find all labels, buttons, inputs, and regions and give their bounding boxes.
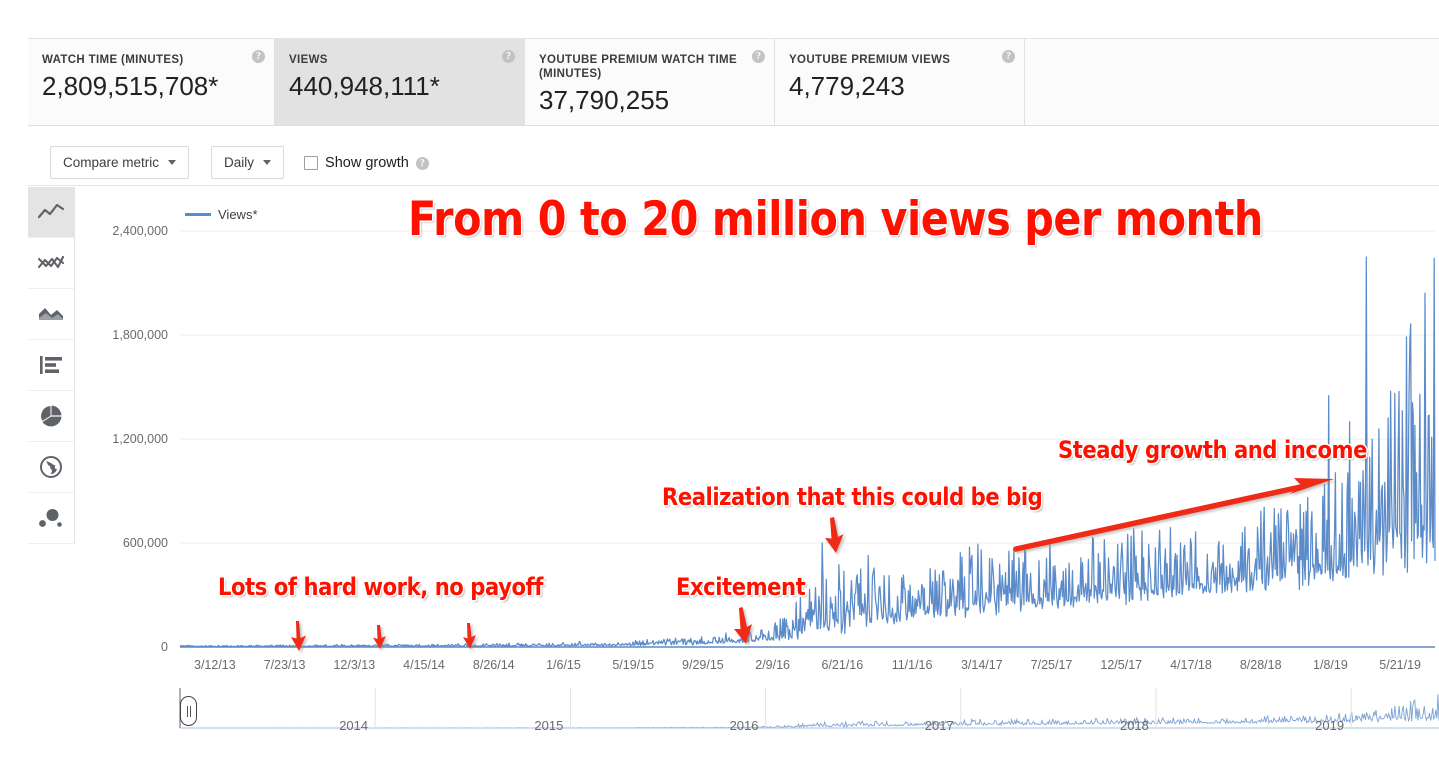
sidebar-item-multi-line-chart[interactable] (28, 238, 74, 289)
svg-text:12/5/17: 12/5/17 (1100, 658, 1142, 672)
area-chart-icon (38, 305, 64, 323)
sidebar-item-geography[interactable] (28, 442, 74, 493)
svg-text:8/26/14: 8/26/14 (473, 658, 515, 672)
sidebar-item-bar-chart[interactable] (28, 340, 74, 391)
metric-value: 4,779,243 (789, 71, 905, 101)
svg-text:2/9/16: 2/9/16 (755, 658, 790, 672)
metric-label: VIEWS (289, 54, 328, 66)
range-year-label: 2019 (1315, 718, 1345, 733)
pie-chart-icon (39, 404, 63, 428)
svg-text:6/21/16: 6/21/16 (822, 658, 864, 672)
chart-canvas: 0 600,000 1,200,000 1,800,000 2,400,000 3/12/… (112, 224, 1436, 672)
svg-text:7/25/17: 7/25/17 (1031, 658, 1073, 672)
help-icon[interactable]: ? (502, 50, 515, 63)
svg-text:1,200,000: 1,200,000 (112, 432, 168, 446)
bar-chart-icon (38, 355, 64, 375)
sidebar-item-pie-chart[interactable] (28, 391, 74, 442)
svg-text:11/1/16: 11/1/16 (892, 658, 933, 672)
svg-text:1,800,000: 1,800,000 (112, 328, 168, 342)
metric-label: YOUTUBE PREMIUM VIEWS (789, 54, 951, 66)
svg-text:2,400,000: 2,400,000 (112, 224, 168, 238)
views-chart[interactable]: 0 600,000 1,200,000 1,800,000 2,400,000 3/12/… (75, 187, 1439, 687)
sidebar-item-area-chart[interactable] (28, 289, 74, 340)
svg-text:3/12/13: 3/12/13 (194, 658, 236, 672)
svg-text:5/19/15: 5/19/15 (612, 658, 654, 672)
svg-text:0: 0 (161, 640, 168, 654)
help-icon[interactable]: ? (1002, 50, 1015, 63)
svg-text:1/8/19: 1/8/19 (1313, 658, 1348, 672)
range-year-label: 2018 (1119, 718, 1149, 733)
svg-text:8/28/18: 8/28/18 (1240, 658, 1282, 672)
metric-card-empty-slot (1025, 39, 1439, 125)
metric-cards-row: WATCH TIME (MINUTES) 2,809,515,708* ? VI… (28, 38, 1439, 126)
interval-button[interactable]: Daily (211, 146, 285, 179)
bubble-chart-icon (38, 507, 64, 529)
help-icon[interactable]: ? (752, 50, 765, 63)
chart-legend: Views* (185, 207, 258, 222)
help-icon[interactable]: ? (252, 50, 265, 63)
range-year-label: 2014 (339, 718, 369, 733)
svg-text:3/14/17: 3/14/17 (961, 658, 1003, 672)
interval-label: Daily (224, 155, 255, 170)
svg-text:4/15/14: 4/15/14 (403, 658, 445, 672)
show-growth-label: Show growth (325, 154, 409, 171)
date-range-selector[interactable]: 2014 2015 2016 2017 2018 2019 (75, 688, 1439, 750)
compare-metric-label: Compare metric (63, 155, 160, 170)
multi-line-chart-icon (38, 254, 64, 272)
svg-text:5/21/19: 5/21/19 (1379, 658, 1421, 672)
metric-card-views[interactable]: VIEWS 440,948,111* ? (275, 39, 525, 125)
metric-value: 440,948,111* (289, 71, 440, 101)
chart-toolbar: Compare metric Daily Show growth ? (28, 140, 1439, 186)
show-growth-checkbox[interactable] (304, 155, 319, 170)
metric-label: WATCH TIME (MINUTES) (42, 54, 184, 66)
compare-metric-button[interactable]: Compare metric (50, 146, 190, 179)
sidebar-item-bubble-chart[interactable] (28, 493, 74, 544)
svg-text:9/29/15: 9/29/15 (682, 658, 724, 672)
line-chart-icon (38, 203, 64, 221)
svg-text:1/6/15: 1/6/15 (546, 658, 581, 672)
metric-card-watch-time[interactable]: WATCH TIME (MINUTES) 2,809,515,708* ? (28, 39, 275, 125)
analytics-page: WATCH TIME (MINUTES) 2,809,515,708* ? VI… (0, 0, 1439, 775)
svg-text:600,000: 600,000 (123, 536, 168, 550)
metric-card-premium-views[interactable]: YOUTUBE PREMIUM VIEWS 4,779,243 ? (775, 39, 1025, 125)
svg-text:7/23/13: 7/23/13 (264, 658, 306, 672)
legend-color-swatch (185, 213, 211, 216)
chevron-down-icon (263, 160, 272, 165)
metric-value: 37,790,255 (539, 85, 670, 115)
svg-text:12/3/13: 12/3/13 (333, 658, 375, 672)
sidebar-item-line-chart[interactable] (28, 187, 74, 238)
metric-value: 2,809,515,708* (42, 71, 219, 101)
svg-text:4/17/18: 4/17/18 (1170, 658, 1212, 672)
range-left-handle[interactable] (180, 696, 197, 726)
range-year-label: 2016 (729, 718, 759, 733)
range-year-label: 2015 (534, 718, 564, 733)
range-year-label: 2017 (924, 718, 954, 733)
metric-label: YOUTUBE PREMIUM WATCH TIME (MINUTES) (539, 54, 737, 80)
legend-label: Views* (218, 207, 258, 222)
chevron-down-icon (168, 160, 177, 165)
show-growth-toggle[interactable]: Show growth ? (304, 155, 429, 171)
globe-icon (39, 455, 63, 479)
chart-type-sidebar (28, 187, 75, 544)
help-icon[interactable]: ? (415, 157, 429, 170)
metric-card-premium-watch-time[interactable]: YOUTUBE PREMIUM WATCH TIME (MINUTES) 37,… (525, 39, 775, 125)
